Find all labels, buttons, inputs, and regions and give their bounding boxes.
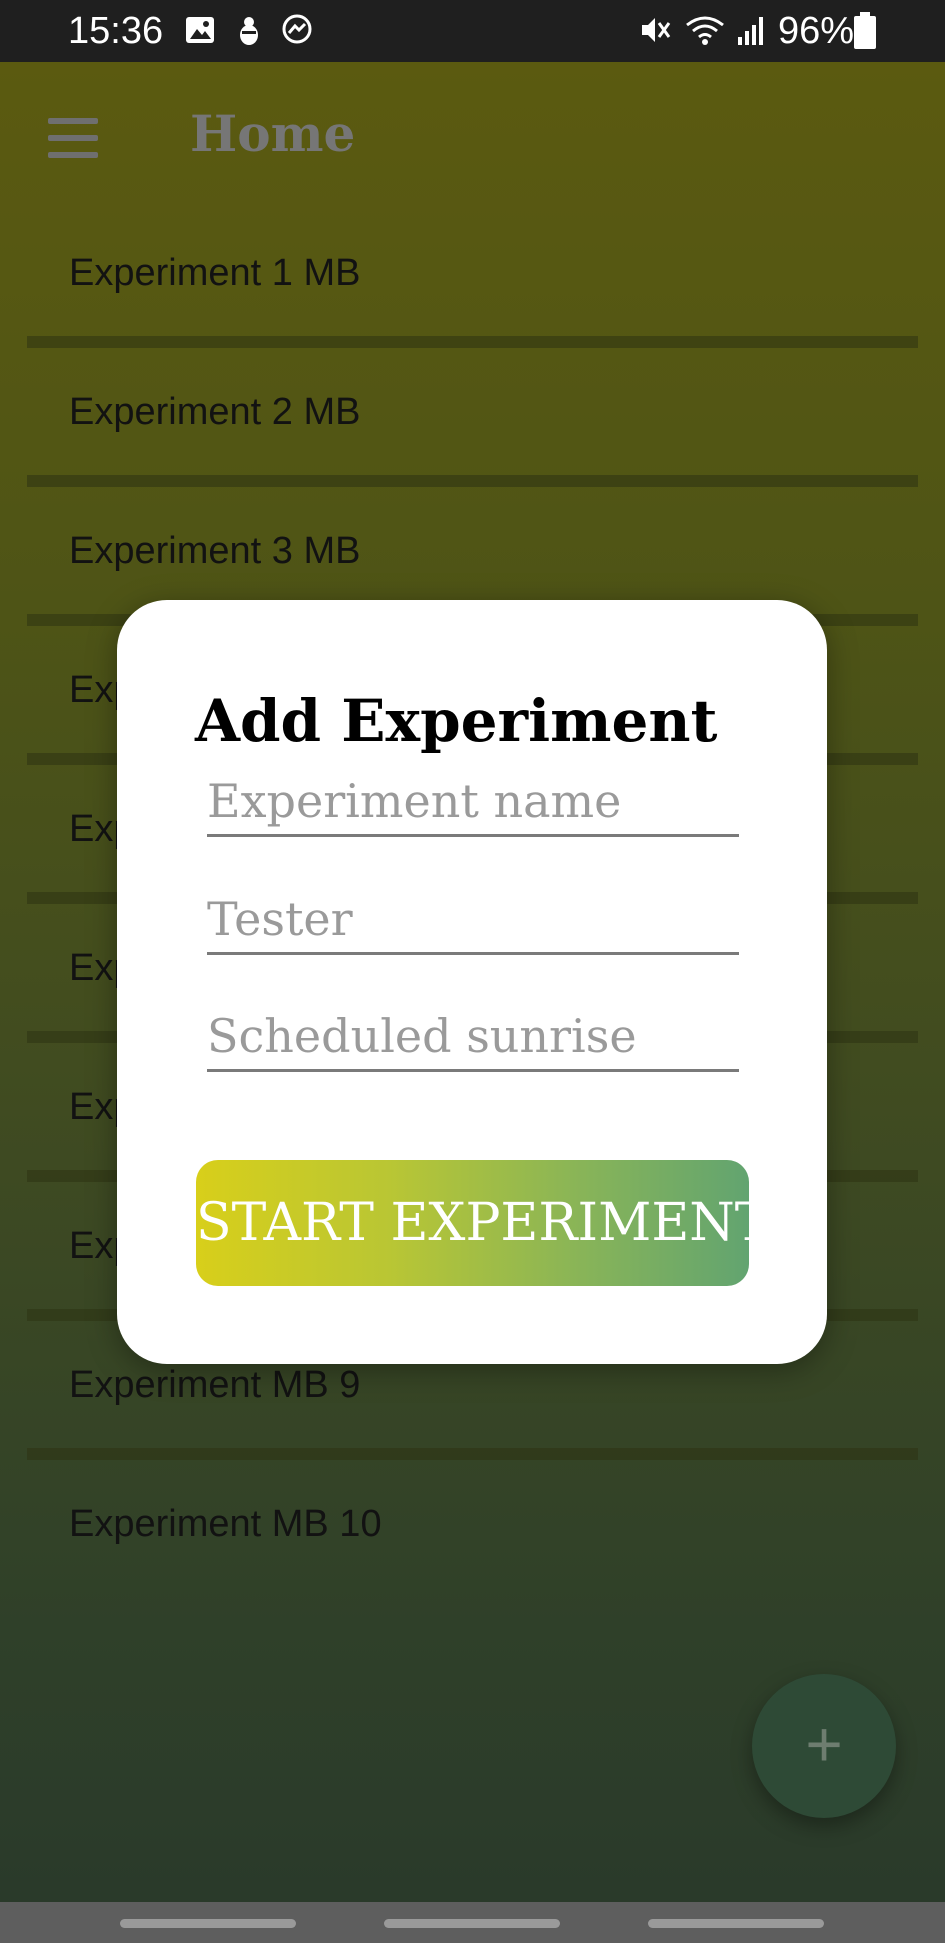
list-item-label: Experiment MB 10 [69, 1503, 382, 1545]
tester-field [207, 878, 739, 955]
mute-icon [642, 18, 671, 42]
dialog-title: Add Experiment [195, 687, 718, 755]
add-experiment-fab[interactable]: + [752, 1674, 896, 1818]
nav-recents-button[interactable] [120, 1919, 296, 1928]
app-bar: Home [0, 62, 945, 212]
plus-icon: + [805, 1708, 843, 1780]
messenger-icon [282, 14, 312, 44]
status-bar: 15:36 96% [0, 0, 945, 62]
list-item-label: Experiment 3 MB [69, 530, 361, 572]
list-item[interactable]: Experiment 2 MB [0, 351, 945, 491]
bug-icon [240, 17, 258, 45]
divider [27, 475, 918, 487]
scheduled-sunrise-input[interactable] [207, 1009, 739, 1063]
wifi-icon [686, 16, 724, 45]
list-item-label: Experiment 1 MB [69, 252, 361, 294]
battery-percent: 96% [778, 10, 855, 52]
add-experiment-dialog: Add Experiment START EXPERIMENT [117, 600, 827, 1364]
list-item[interactable]: Experiment MB 10 [0, 1463, 945, 1603]
divider [27, 336, 918, 348]
menu-icon[interactable] [48, 118, 100, 158]
page-title: Home [190, 104, 356, 163]
tester-input[interactable] [207, 892, 739, 946]
experiment-name-field [207, 760, 739, 837]
nav-back-button[interactable] [648, 1919, 824, 1928]
nav-home-button[interactable] [384, 1919, 560, 1928]
image-icon [186, 17, 214, 43]
divider [27, 1448, 918, 1460]
scheduled-sunrise-field [207, 995, 739, 1072]
experiment-name-input[interactable] [207, 774, 739, 828]
signal-icon [738, 17, 763, 45]
list-item[interactable]: Experiment 1 MB [0, 212, 945, 352]
battery-icon [854, 12, 876, 49]
start-experiment-button[interactable]: START EXPERIMENT [196, 1160, 749, 1286]
status-time: 15:36 [68, 10, 164, 52]
list-item-label: Experiment MB 9 [69, 1364, 361, 1406]
list-item-label: Experiment 2 MB [69, 391, 361, 433]
system-nav-bar [0, 1902, 945, 1943]
